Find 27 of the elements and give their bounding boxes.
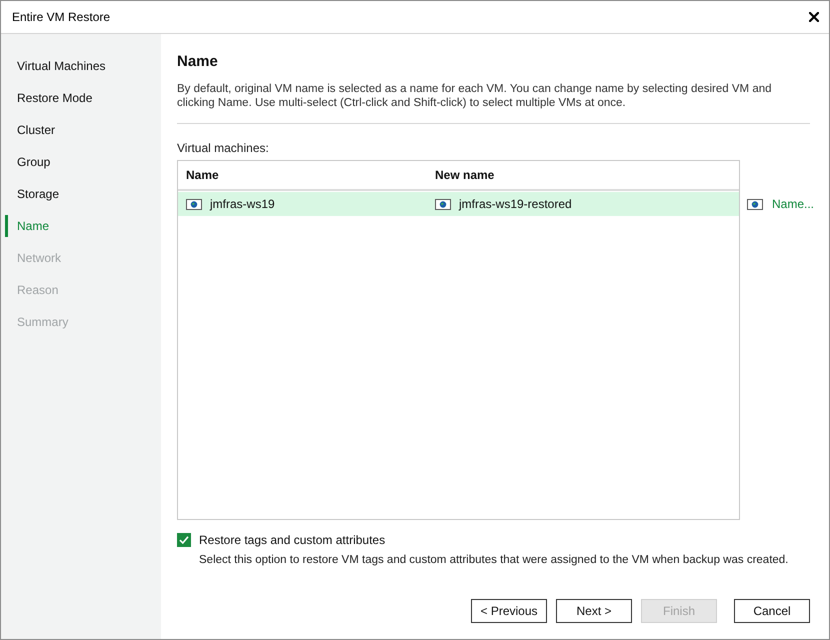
- sidebar-item[interactable]: Name: [1, 210, 161, 242]
- close-button[interactable]: [809, 12, 819, 22]
- vm-icon: [747, 198, 763, 210]
- option-hint: Select this option to restore VM tags and custom attributes that were assigned to the VM when backup was created.: [198, 553, 790, 567]
- wizard-button[interactable]: < Previous: [471, 599, 547, 623]
- list-label: Virtual machines:: [177, 141, 270, 155]
- sidebar-item[interactable]: Group: [1, 146, 161, 178]
- checkbox-label[interactable]: Restore tags and custom attributes: [199, 533, 386, 547]
- vm-new-name: jmfras-ws19-restored: [459, 197, 572, 211]
- sidebar-item[interactable]: Restore Mode: [1, 82, 161, 114]
- window-title: Entire VM Restore: [12, 10, 110, 24]
- rename-button[interactable]: Name...: [747, 192, 814, 216]
- wizard-button[interactable]: Cancel: [734, 599, 810, 623]
- page-heading: Name: [177, 52, 219, 72]
- sidebar-item[interactable]: Storage: [1, 178, 161, 210]
- checkbox[interactable]: [177, 533, 191, 547]
- sidebar-item[interactable]: Cluster: [1, 114, 161, 146]
- wizard-button[interactable]: Next >: [556, 599, 632, 623]
- page-description: By default, original VM name is selected as a name for each VM. You can change name by selecting desired VM and clicking Name. Use multi-select (Ctrl-click and Shift-click) to select multiple VMs at once.: [177, 82, 773, 110]
- sidebar-item[interactable]: Virtual Machines: [1, 50, 161, 82]
- close-icon: [809, 12, 819, 22]
- vm-name: jmfras-ws19: [210, 197, 275, 211]
- table-row[interactable]: jmfras-ws19 jmfras-ws19-restored: [178, 192, 739, 216]
- vm-icon: [186, 198, 202, 210]
- vm-icon: [435, 198, 451, 210]
- column-header[interactable]: New name: [435, 168, 494, 182]
- column-header[interactable]: Name: [178, 168, 435, 182]
